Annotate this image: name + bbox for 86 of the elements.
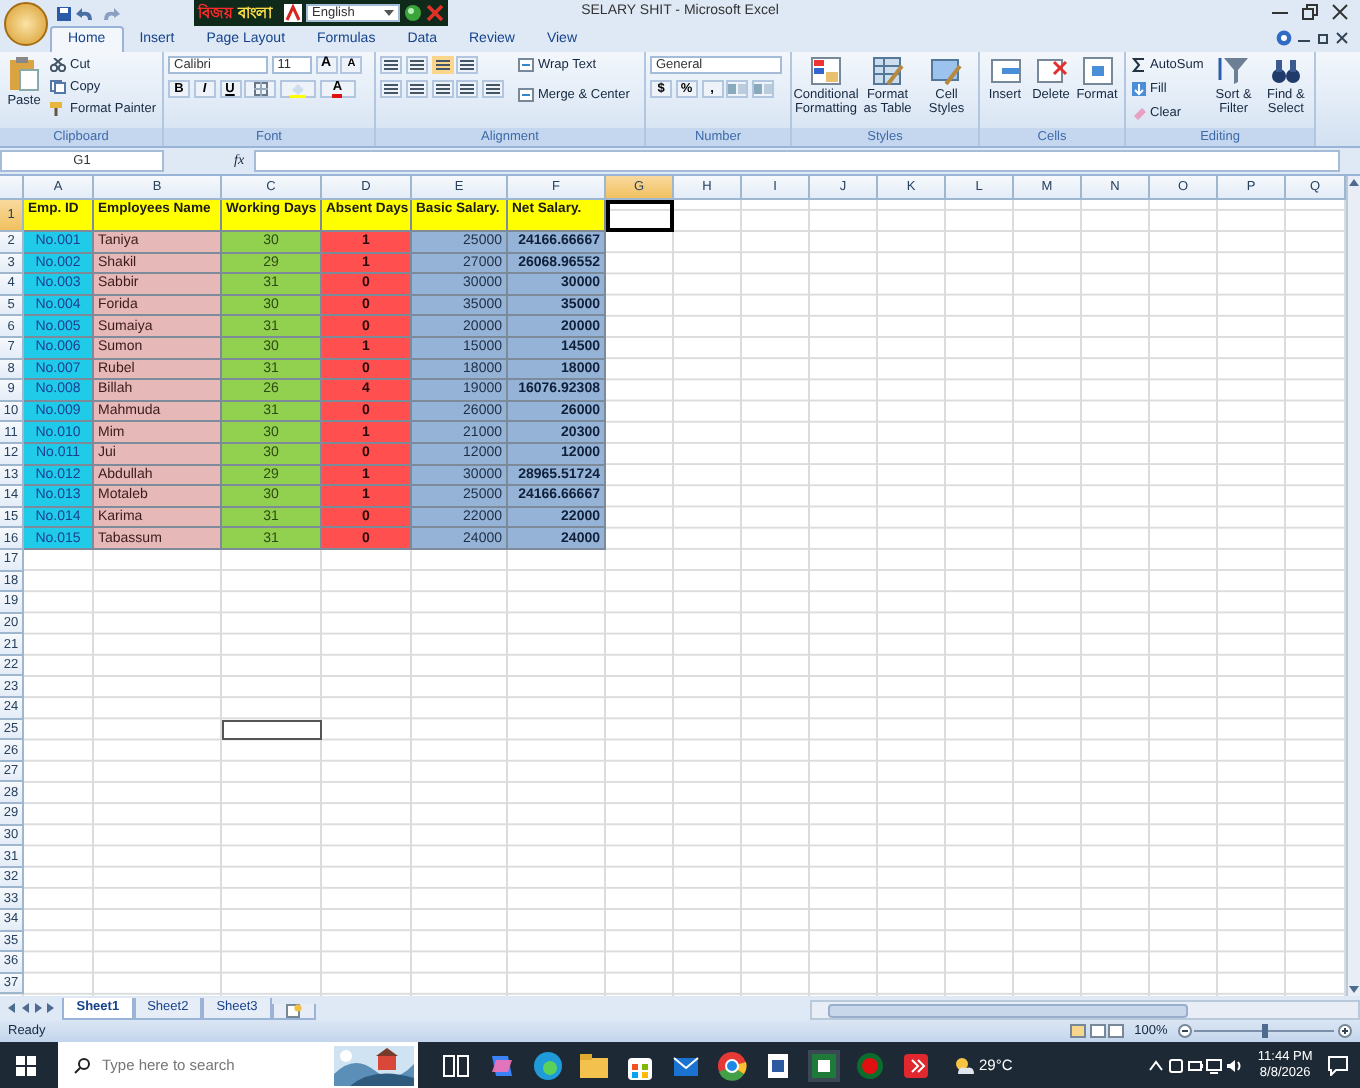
insert-icon: [989, 56, 1021, 86]
folder-icon: [578, 1049, 610, 1081]
cell-brush-icon: [930, 56, 963, 86]
spreadsheet-icon: [808, 1049, 840, 1081]
windows-icon[interactable]: [16, 1055, 36, 1075]
notification-icon[interactable]: [1328, 1055, 1348, 1075]
close-icon[interactable]: [1336, 32, 1348, 44]
record-icon: [854, 1049, 886, 1081]
restore-icon[interactable]: [1302, 4, 1318, 20]
align-bottom-button[interactable]: [431, 56, 453, 74]
app-icon: [900, 1049, 932, 1081]
battery-icon[interactable]: [1187, 1057, 1204, 1073]
caret-icon: [384, 10, 394, 16]
copy-icon: [50, 80, 66, 94]
save-icon[interactable]: [56, 5, 72, 21]
lines-icon: [482, 80, 504, 98]
close-icon[interactable]: [1332, 4, 1348, 20]
zoom-in-icon[interactable]: [1338, 1024, 1352, 1038]
formula-input[interactable]: [254, 150, 1340, 172]
lines-icon: [380, 80, 402, 98]
lines-icon: [405, 56, 428, 74]
browser-icon: [532, 1049, 564, 1081]
align-middle-button[interactable]: [405, 56, 428, 74]
funnel-icon: [1217, 56, 1250, 86]
folder-taskbar-button[interactable]: [578, 1049, 610, 1081]
lines-icon: [380, 56, 402, 74]
weather-icon: [951, 1055, 975, 1075]
increase-indent-button[interactable]: [482, 80, 504, 98]
zoom-out-icon[interactable]: [1177, 1024, 1191, 1038]
lines-icon: [456, 80, 479, 98]
search-icon: [74, 1057, 90, 1073]
align-top-button[interactable]: [380, 56, 402, 74]
fill-color-button[interactable]: [280, 80, 316, 98]
chrome-taskbar-button[interactable]: [716, 1049, 748, 1081]
conditional-format-icon: [810, 56, 842, 86]
office-button[interactable]: [4, 2, 48, 46]
document-icon: [762, 1049, 794, 1081]
brush-icon: [50, 102, 66, 116]
volume-icon[interactable]: [1226, 1057, 1243, 1073]
center-button[interactable]: [405, 80, 428, 98]
sigma-icon: [1132, 58, 1146, 72]
borders-icon: [253, 82, 268, 96]
next-sheet-icon[interactable]: [33, 1002, 43, 1014]
first-sheet-icon[interactable]: [6, 1002, 16, 1014]
binoculars-icon: [1269, 56, 1302, 86]
lines-icon: [405, 80, 428, 98]
new-sheet-button[interactable]: [271, 1004, 316, 1020]
delete-icon: [1035, 56, 1067, 86]
eraser-icon: [1132, 106, 1146, 120]
chrome-icon: [716, 1049, 748, 1081]
fill-down-icon: [1132, 82, 1146, 96]
align-left-button[interactable]: [380, 80, 402, 98]
scissors-icon: [50, 58, 66, 72]
clipboard-icon: [8, 56, 40, 92]
scrollbar-thumb[interactable]: [828, 1003, 1188, 1017]
chevron-icon[interactable]: [1148, 1057, 1165, 1073]
paint-bucket-icon: [290, 81, 306, 97]
align-right-button[interactable]: [431, 80, 453, 98]
decrease-indent-button[interactable]: [456, 80, 479, 98]
borders-button[interactable]: [244, 80, 277, 98]
last-sheet-icon[interactable]: [46, 1002, 57, 1014]
restore-icon[interactable]: [1317, 32, 1329, 44]
undo-icon[interactable]: [75, 5, 96, 21]
new-sheet-icon: [285, 1004, 302, 1018]
document-taskbar-button[interactable]: [762, 1049, 794, 1081]
table-brush-icon: [871, 56, 904, 86]
page-layout-icon[interactable]: [1089, 1024, 1106, 1038]
pdf-icon[interactable]: [284, 4, 302, 22]
selected-cell[interactable]: [606, 200, 674, 232]
text-direction-button[interactable]: [456, 56, 479, 74]
lines-icon: [431, 80, 453, 98]
normal-view-icon[interactable]: [1069, 1024, 1086, 1038]
app-taskbar-button[interactable]: [900, 1049, 932, 1081]
help-icon[interactable]: [1275, 30, 1291, 46]
browser-taskbar-button[interactable]: [532, 1049, 564, 1081]
lines-icon: [431, 56, 453, 74]
record-taskbar-button[interactable]: [854, 1049, 886, 1081]
lines-icon: [456, 56, 479, 74]
task-view-icon: [440, 1049, 472, 1081]
spreadsheet-taskbar-button[interactable]: [808, 1049, 840, 1081]
format-cells-icon: [1081, 56, 1113, 86]
zoom-slider-thumb[interactable]: [1261, 1024, 1268, 1038]
cell-outline: [222, 719, 322, 741]
prev-sheet-icon[interactable]: [19, 1002, 30, 1014]
task-view-taskbar-button[interactable]: [440, 1049, 472, 1081]
page-break-icon[interactable]: [1108, 1024, 1125, 1038]
